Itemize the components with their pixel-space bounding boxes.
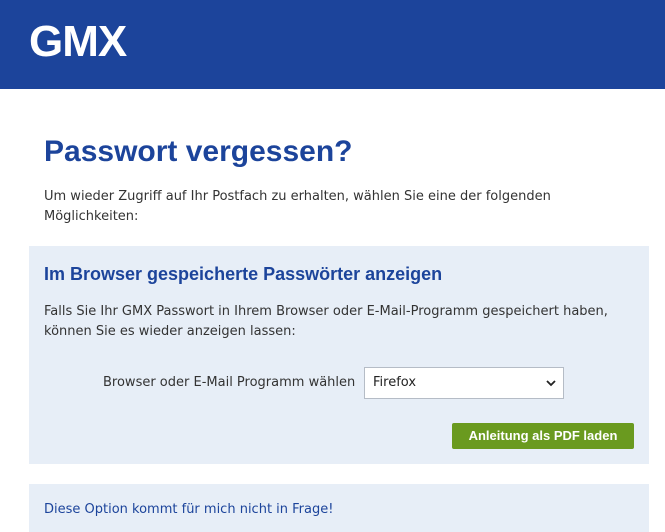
other-option-panel: Diese Option kommt für mich nicht in Fra… [29,484,649,532]
gmx-logo[interactable]: GMX [29,18,127,66]
header-bar: GMX [0,0,665,89]
option-not-applicable-link[interactable]: Diese Option kommt für mich nicht in Fra… [44,501,333,519]
chevron-down-icon [546,380,556,387]
section-title: Im Browser gespeicherte Passwörter anzei… [44,264,443,284]
browser-select-label: Browser oder E-Mail Programm wählen [103,375,356,390]
page-title: Passwort vergessen? [44,135,353,168]
browser-select-value: Firefox [373,375,417,390]
browser-passwords-panel: Im Browser gespeicherte Passwörter anzei… [29,246,649,464]
intro-text: Um wieder Zugriff auf Ihr Postfach zu er… [44,189,551,224]
section-text: Falls Sie Ihr GMX Passwort in Ihrem Brow… [44,304,608,339]
download-pdf-button[interactable]: Anleitung als PDF laden [452,423,634,449]
browser-select[interactable]: Firefox [364,367,564,399]
